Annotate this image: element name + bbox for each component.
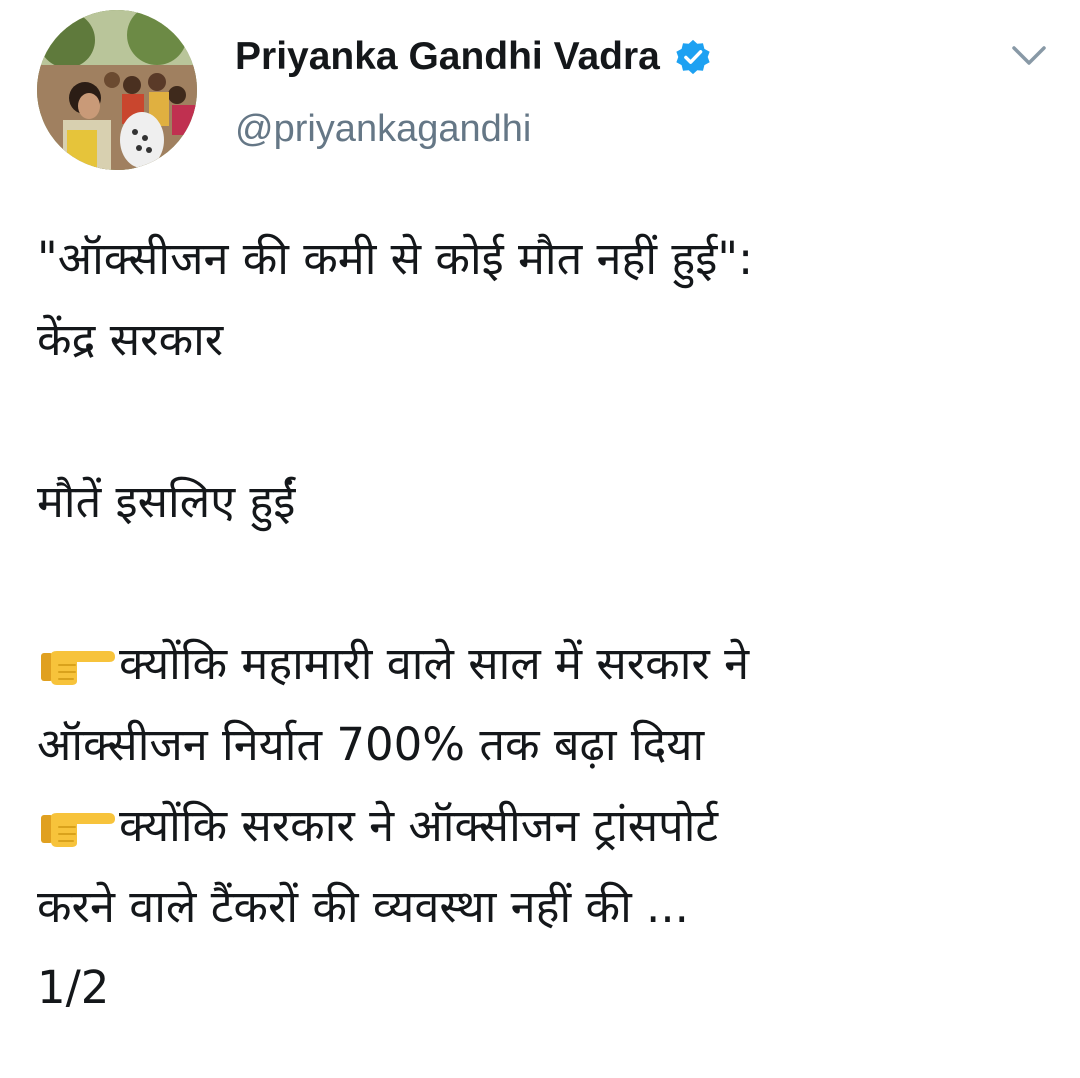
tweet-line: मौतें इसलिए हुईं (37, 475, 296, 528)
avatar[interactable] (37, 10, 197, 170)
chevron-down-icon[interactable] (1010, 42, 1048, 70)
tweet-line: ऑक्सीजन निर्यात 700% तक बढ़ा दिया (37, 718, 705, 771)
tweet-line: करने वाले टैंकरों की व्यवस्था नहीं की ..… (37, 880, 689, 933)
tweet-line: केंद्र सरकार (37, 313, 224, 366)
bullet-text: क्योंकि सरकार ने ऑक्सीजन ट्रांसपोर्ट (119, 799, 719, 852)
bullet-line: क्योंकि सरकार ने ऑक्सीजन ट्रांसपोर्ट (37, 785, 1057, 866)
display-name[interactable]: Priyanka Gandhi Vadra (235, 35, 660, 79)
thread-counter: 1/2 (37, 961, 110, 1014)
user-handle[interactable]: @priyankagandhi (235, 108, 531, 151)
bullet-text: क्योंकि महामारी वाले साल में सरकार ने (119, 637, 750, 690)
backhand-index-pointing-right-icon (41, 650, 115, 685)
name-row: Priyanka Gandhi Vadra (235, 32, 712, 82)
tweet-line: "ऑक्सीजन की कमी से कोई मौत नहीं हुई": (37, 232, 754, 285)
bullet-line: क्योंकि महामारी वाले साल में सरकार ने (37, 623, 1057, 704)
verified-badge-icon (676, 39, 710, 75)
backhand-index-pointing-right-icon (41, 812, 115, 847)
profile-photo-icon (37, 10, 197, 170)
tweet-text: "ऑक्सीजन की कमी से कोई मौत नहीं हुई": के… (37, 218, 1057, 1028)
tweet-card: Priyanka Gandhi Vadra @priyankagandhi "ऑ… (0, 0, 1080, 1078)
